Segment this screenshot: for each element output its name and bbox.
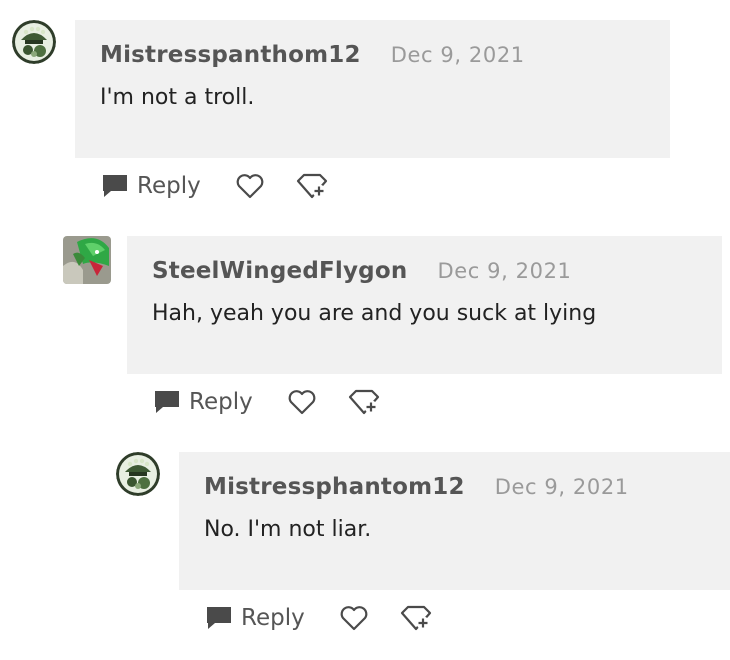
comment-text: No. I'm not liar. (204, 517, 372, 542)
comment-actions: Reply (153, 384, 381, 420)
comment-bubble: SteelWingedFlygon Dec 9, 2021 Hah, yeah y… (127, 236, 722, 374)
comment-date: Dec 9, 2021 (494, 475, 629, 499)
reply-button[interactable]: Reply (205, 604, 305, 632)
comment-date: Dec 9, 2021 (390, 43, 525, 67)
username[interactable]: SteelWingedFlygon (152, 258, 407, 284)
reply-label: Reply (189, 389, 253, 415)
user-avatar[interactable] (63, 236, 111, 284)
speech-bubble-icon (155, 391, 179, 413)
comment-bubble: Mistresspanthom12 Dec 9, 2021 I'm not a t… (75, 20, 670, 158)
heart-icon (288, 390, 316, 415)
comment-header: SteelWingedFlygon Dec 9, 2021 (152, 258, 698, 284)
reply-label: Reply (241, 605, 305, 631)
reply-button[interactable]: Reply (153, 388, 253, 416)
reply-label: Reply (137, 173, 201, 199)
like-button[interactable] (339, 604, 369, 632)
like-button[interactable] (235, 172, 265, 200)
gem-plus-icon (296, 173, 327, 199)
heart-icon (340, 606, 368, 631)
heart-icon (236, 174, 264, 199)
reply-button[interactable]: Reply (101, 172, 201, 200)
comment-date: Dec 9, 2021 (437, 259, 572, 283)
comment-actions: Reply (205, 600, 433, 636)
comment-text: Hah, yeah you are and you suck at lying (152, 301, 597, 326)
comment-text: I'm not a troll. (100, 85, 255, 110)
speech-bubble-icon (207, 607, 231, 629)
add-reaction-button[interactable] (347, 387, 381, 417)
comment-bubble: Mistressphantom12 Dec 9, 2021 No. I'm not… (179, 452, 730, 590)
flygon-avatar-icon (63, 236, 111, 284)
user-avatar[interactable] (12, 20, 56, 64)
gem-plus-icon (348, 389, 379, 415)
comment-header: Mistresspanthom12 Dec 9, 2021 (100, 42, 646, 68)
username[interactable]: Mistresspanthom12 (100, 42, 361, 68)
add-reaction-button[interactable] (399, 603, 433, 633)
comment-header: Mistressphantom12 Dec 9, 2021 (204, 474, 706, 500)
add-reaction-button[interactable] (295, 171, 329, 201)
user-avatar[interactable] (116, 452, 160, 496)
username[interactable]: Mistressphantom12 (204, 474, 465, 500)
phantom-avatar-icon (12, 20, 56, 64)
speech-bubble-icon (103, 175, 127, 197)
comment-actions: Reply (101, 168, 329, 204)
gem-plus-icon (400, 605, 431, 631)
like-button[interactable] (287, 388, 317, 416)
phantom-avatar-icon (116, 452, 160, 496)
